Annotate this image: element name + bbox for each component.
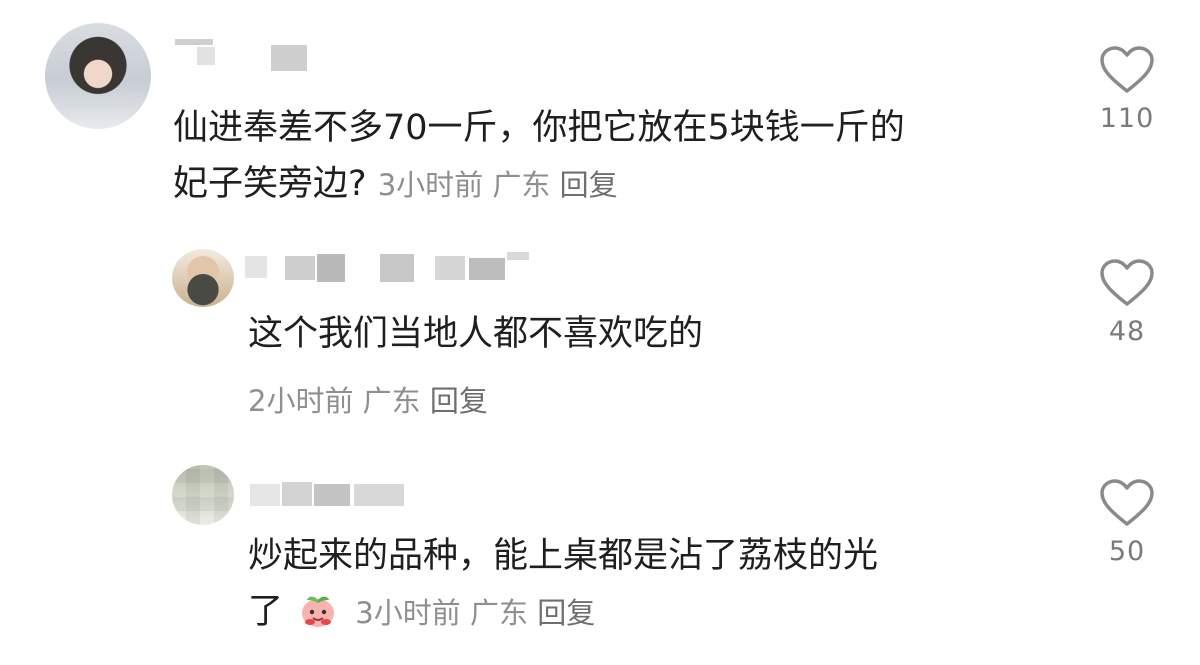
comment-text-line: 妃子笑旁边? 3小时前 广东 回复 xyxy=(173,156,905,213)
like-count: 110 xyxy=(1099,103,1155,134)
comment-meta: 3小时前 广东 回复 xyxy=(355,596,595,630)
comment-text-line: 炒起来的品种，能上桌都是沾了荔枝的光 xyxy=(248,536,879,576)
avatar[interactable] xyxy=(172,249,234,307)
peach-emoji-icon xyxy=(302,596,335,627)
comment-location: 广东 xyxy=(469,596,528,630)
comment-text: 仙进奉差不多70一斤，你把它放在5块钱一斤的 妃子笑旁边? 3小时前 广东 回复 xyxy=(173,100,905,213)
heart-outline-icon xyxy=(1100,479,1154,526)
username-pixelated[interactable] xyxy=(245,250,545,284)
comment-text: 炒起来的品种，能上桌都是沾了荔枝的光 了 3小时前 广东 回复 xyxy=(248,528,878,641)
comment-time: 2小时前 xyxy=(248,384,354,418)
heart-outline-icon xyxy=(1100,46,1154,93)
comment-time: 3小时前 xyxy=(355,596,461,630)
comment-location: 广东 xyxy=(492,168,551,202)
username-pixelated[interactable] xyxy=(250,478,420,512)
comment-text-tail: 妃子笑旁边? xyxy=(173,164,367,204)
username-pixelated[interactable] xyxy=(175,35,315,71)
like-button[interactable]: 50 xyxy=(1097,478,1157,567)
comment-text-line: 了 3小时前 广东 回复 xyxy=(248,584,878,641)
comment-text-line: 仙进奉差不多70一斤，你把它放在5块钱一斤的 xyxy=(173,108,905,148)
comment-text: 这个我们当地人都不喜欢吃的 xyxy=(248,314,704,354)
comment-meta: 2小时前 广东 回复 xyxy=(248,378,488,420)
comment-time: 3小时前 xyxy=(377,168,484,202)
reply-button[interactable]: 回复 xyxy=(560,168,618,202)
like-button[interactable]: 110 xyxy=(1097,45,1157,134)
avatar[interactable] xyxy=(172,465,234,525)
like-count: 48 xyxy=(1108,316,1146,347)
comment-thread: 仙进奉差不多70一斤，你把它放在5块钱一斤的 妃子笑旁边? 3小时前 广东 回复… xyxy=(0,0,1200,665)
comment-location: 广东 xyxy=(362,384,421,418)
reply-button[interactable]: 回复 xyxy=(430,384,488,418)
like-count: 50 xyxy=(1108,536,1146,567)
reply-button[interactable]: 回复 xyxy=(537,596,595,630)
comment-meta: 3小时前 广东 回复 xyxy=(378,168,618,202)
like-button[interactable]: 48 xyxy=(1097,258,1157,347)
avatar[interactable] xyxy=(45,23,151,129)
comment-text-tail: 了 xyxy=(248,592,284,632)
heart-outline-icon xyxy=(1100,259,1154,306)
